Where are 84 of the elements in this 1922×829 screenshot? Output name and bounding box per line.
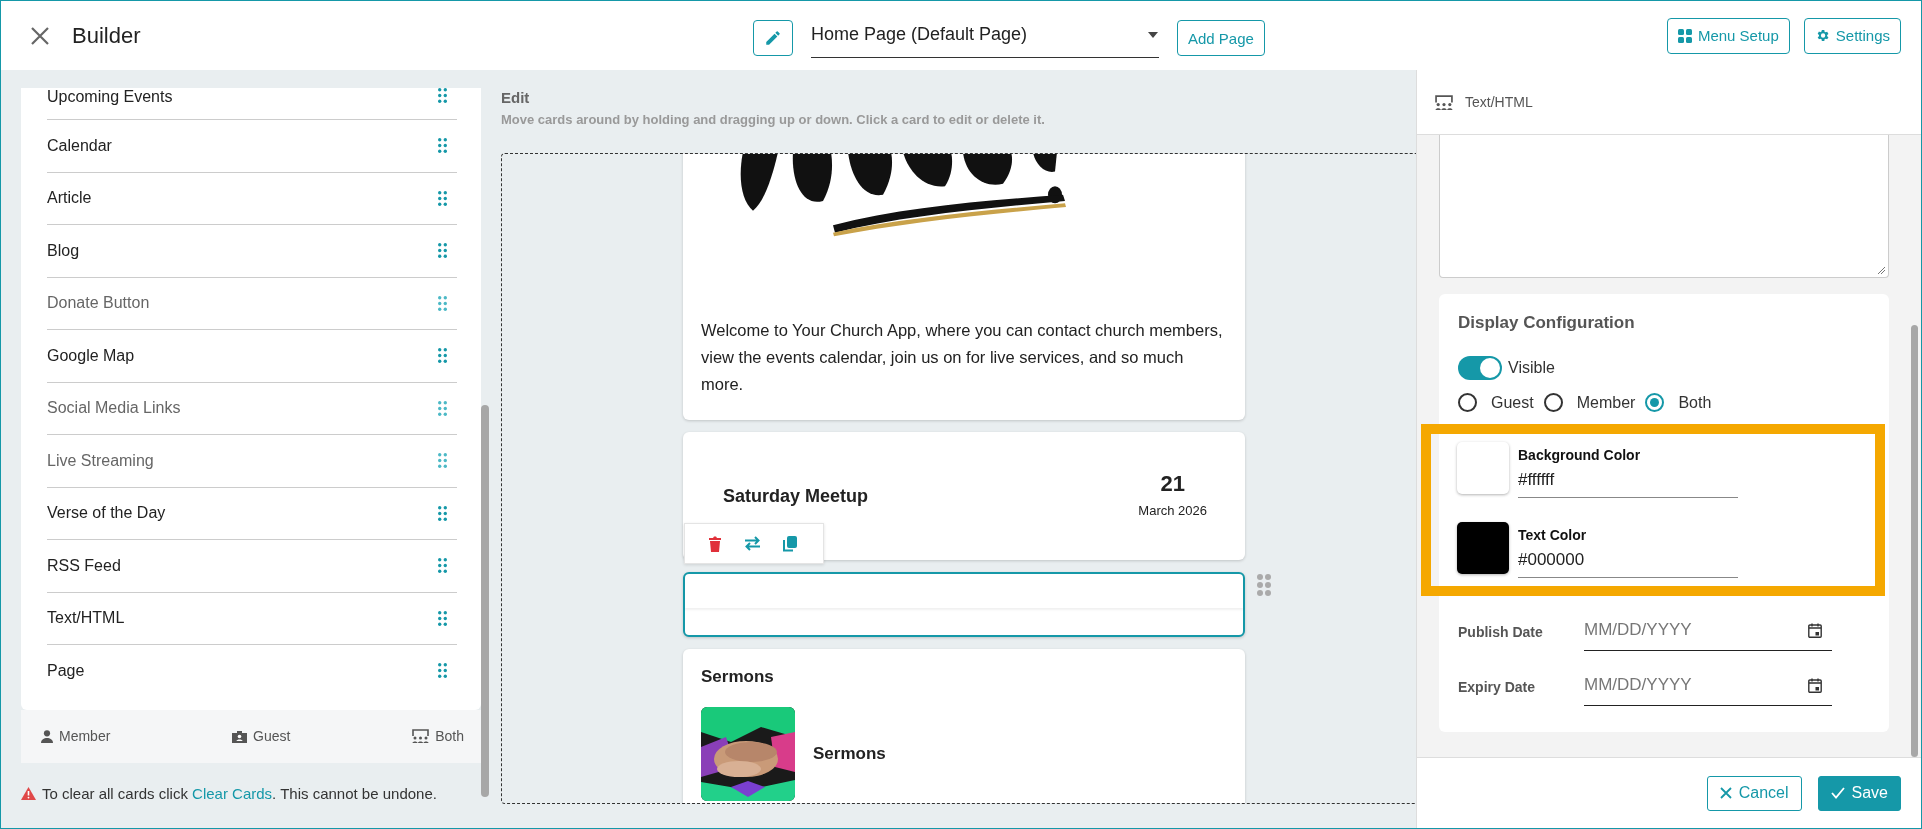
scrollbar-thumb[interactable]	[1911, 325, 1918, 757]
date-label: Publish Date	[1458, 623, 1544, 640]
id-badge-icon	[232, 729, 248, 743]
close-icon[interactable]	[30, 25, 50, 46]
edit-hint: Move cards around by holding and dragging up or down. Click a card to edit or delete it.	[501, 112, 1046, 127]
drag-handle-icon[interactable]	[438, 138, 447, 154]
calendar-icon[interactable]	[1808, 622, 1822, 638]
settings-button[interactable]: Settings	[1803, 17, 1901, 54]
copy-icon[interactable]	[783, 535, 797, 552]
event-card[interactable]: Saturday Meetup 21 March 2026	[683, 432, 1245, 560]
drag-handle-icon[interactable]	[438, 505, 447, 521]
welcome-text: Welcome to Your Church App, where you can contact church members, view the events calendar, join us on for live services, and so much more.	[700, 320, 1224, 395]
group-icon	[412, 729, 430, 743]
resize-grip-icon[interactable]	[1877, 266, 1886, 275]
card-type-item[interactable]: Text/HTML	[47, 609, 125, 628]
date-field[interactable]: MM/DD/YYYY	[1584, 616, 1784, 644]
edit-heading: Edit	[501, 89, 531, 106]
trash-icon[interactable]	[708, 535, 722, 552]
radio-label: Guest	[1491, 393, 1534, 412]
card-type-item[interactable]: Page	[47, 661, 85, 680]
menu-setup-button[interactable]: Menu Setup	[1666, 17, 1790, 54]
card-type-item[interactable]: Google Map	[47, 346, 135, 365]
date-field[interactable]: MM/DD/YYYY	[1584, 671, 1784, 699]
card-type-item[interactable]: Blog	[47, 241, 80, 260]
welcome-card[interactable]: Welcome to Your Church App, where you can contact church members, view the events calendar, join us on for live services, and so much more.	[683, 154, 1245, 420]
swap-icon[interactable]	[744, 536, 761, 551]
drag-handle-icon[interactable]	[1257, 574, 1271, 596]
drag-handle-icon[interactable]	[438, 610, 447, 626]
radio-button[interactable]	[1458, 393, 1477, 412]
pencil-icon	[764, 29, 782, 47]
color-field[interactable]: Text Color #000000	[1518, 522, 1738, 578]
person-icon	[41, 729, 53, 743]
radio-button[interactable]	[1543, 393, 1563, 412]
card-type-item[interactable]: RSS Feed	[47, 556, 121, 575]
drag-handle-icon[interactable]	[438, 453, 447, 469]
grid-icon	[1677, 28, 1692, 43]
color-swatch[interactable]	[1457, 442, 1509, 494]
drag-handle-icon[interactable]	[438, 663, 447, 679]
page-select[interactable]: Home Page (Default Page)	[811, 18, 1159, 58]
radio-label: Both	[1678, 393, 1712, 412]
drag-handle-icon[interactable]	[438, 400, 447, 416]
card-type-item[interactable]: Verse of the Day	[47, 504, 166, 523]
drag-handle-icon[interactable]	[438, 558, 447, 574]
caret-icon	[1147, 30, 1159, 39]
legend-label: Both	[435, 728, 464, 744]
cancel-button[interactable]: Cancel	[1706, 775, 1802, 811]
warning-text: To clear all cards click Clear Cards. This cannot be undone.	[42, 784, 437, 802]
card-type-label: Text/HTML	[1465, 94, 1533, 110]
color-swatch[interactable]	[1457, 522, 1509, 574]
edit-page-button[interactable]	[753, 20, 793, 56]
event-title: Saturday Meetup	[723, 485, 869, 507]
radio-button[interactable]	[1645, 393, 1665, 412]
warning-icon	[21, 786, 36, 800]
drag-handle-icon[interactable]	[438, 348, 447, 364]
legend-label: Member	[59, 728, 111, 744]
card-type-item[interactable]: Social Media Links	[47, 399, 181, 418]
add-page-button[interactable]: Add Page	[1177, 20, 1265, 56]
card-type-item[interactable]: Article	[47, 189, 92, 208]
group-icon	[1435, 94, 1453, 110]
radio-label: Member	[1576, 393, 1636, 412]
event-month: March 2026	[1138, 502, 1207, 518]
check-icon	[1830, 787, 1845, 799]
event-day: 21	[1160, 470, 1185, 497]
sermon-title: Sermons	[813, 744, 886, 764]
visible-toggle[interactable]	[1458, 356, 1502, 380]
scrollbar-thumb[interactable]	[481, 405, 489, 797]
color-field[interactable]: Background Color #ffffff	[1518, 442, 1738, 498]
card-type-item[interactable]: Calendar	[47, 136, 112, 155]
section-title: Display Configuration	[1457, 313, 1636, 333]
drag-handle-icon[interactable]	[438, 190, 447, 206]
card-type-item[interactable]: Live Streaming	[47, 451, 154, 470]
app-title: Builder	[72, 22, 141, 49]
card-type-item[interactable]: Upcoming Events	[47, 88, 173, 106]
drag-handle-icon[interactable]	[438, 243, 447, 259]
drag-handle-icon[interactable]	[438, 295, 447, 311]
close-icon	[1719, 787, 1732, 799]
sermons-heading: Sermons	[701, 667, 775, 687]
date-label: Expiry Date	[1458, 678, 1537, 695]
legend-label: Guest	[253, 728, 291, 744]
card-type-item[interactable]: Donate Button	[47, 294, 150, 313]
sermons-card[interactable]: Sermons Sermons	[683, 649, 1245, 803]
calendar-icon[interactable]	[1808, 677, 1822, 693]
toggle-label: Visible	[1508, 359, 1555, 377]
drag-handle-icon[interactable]	[438, 88, 447, 103]
